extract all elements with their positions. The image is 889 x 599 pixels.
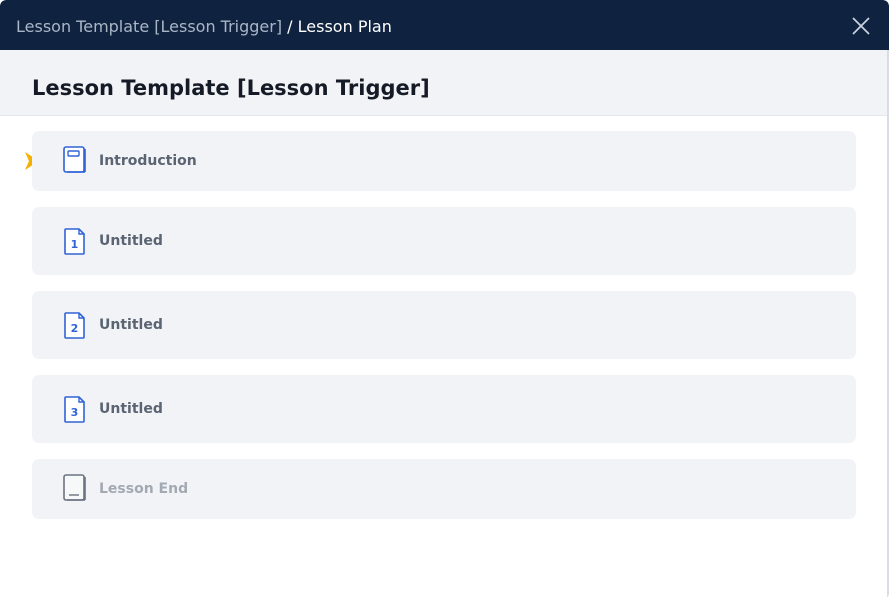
plan-item-label: Untitled [99, 317, 163, 333]
breadcrumb-current: Lesson Plan [297, 17, 392, 36]
breadcrumb-parent[interactable]: Lesson Template [Lesson Trigger] [16, 17, 282, 36]
plan-item-label: Lesson End [99, 481, 189, 497]
lesson-plan-modal: Lesson Template [Lesson Trigger] / Lesso… [0, 0, 889, 599]
title-band: Lesson Template [Lesson Trigger] [0, 50, 889, 116]
numbered-page-icon: 1 [62, 227, 88, 261]
numbered-page-icon: 2 [62, 311, 88, 345]
numbered-page-icon: 3 [62, 395, 88, 429]
book-end-icon [62, 473, 88, 507]
plan-item-lesson-end[interactable]: Lesson End [32, 459, 856, 519]
page-number: 1 [71, 238, 79, 251]
modal-header: Lesson Template [Lesson Trigger] / Lesso… [0, 0, 889, 50]
page-title: Lesson Template [Lesson Trigger] [32, 76, 430, 100]
breadcrumb-separator: / [282, 17, 298, 36]
plan-item-page-1[interactable]: 1 Untitled [32, 207, 856, 275]
plan-item-page-2[interactable]: 2 Untitled [32, 291, 856, 359]
plan-item-introduction[interactable]: Introduction [32, 131, 856, 191]
close-button[interactable] [851, 16, 871, 36]
close-icon [852, 17, 870, 35]
book-icon [62, 145, 88, 179]
page-number: 2 [71, 322, 79, 335]
plan-item-label: Untitled [99, 401, 163, 417]
plan-item-page-3[interactable]: 3 Untitled [32, 375, 856, 443]
breadcrumb: Lesson Template [Lesson Trigger] / Lesso… [16, 17, 392, 37]
plan-item-label: Untitled [99, 233, 163, 249]
plan-item-label: Introduction [99, 153, 197, 169]
page-number: 3 [71, 406, 79, 419]
